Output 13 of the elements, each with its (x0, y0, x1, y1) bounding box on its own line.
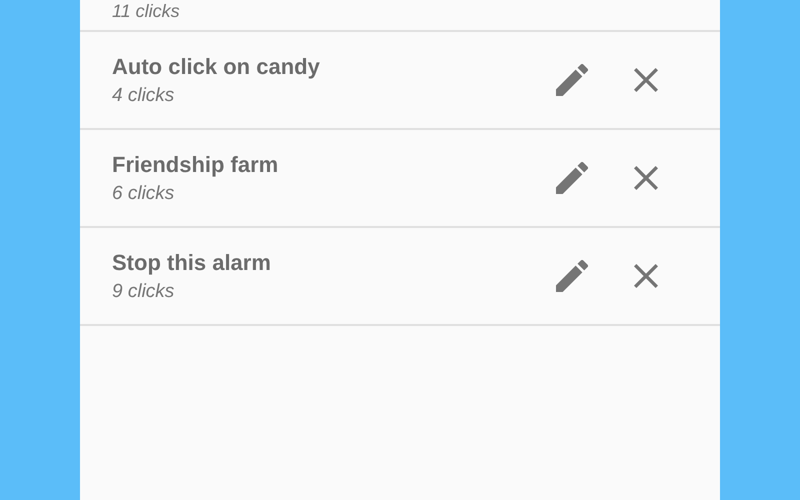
item-title: Stop this alarm (112, 252, 272, 274)
item-title: Friendship farm (112, 154, 280, 176)
click-count: 11 clicks (112, 2, 180, 20)
click-count: 4 clicks (112, 86, 176, 104)
item-title: Auto click on candy (112, 56, 321, 78)
close-icon[interactable] (634, 166, 658, 190)
edit-icon[interactable] (556, 162, 588, 194)
close-icon[interactable] (634, 264, 658, 288)
edit-icon[interactable] (556, 64, 588, 96)
close-icon[interactable] (634, 68, 658, 92)
click-count: 9 clicks (112, 282, 176, 300)
edit-icon[interactable] (556, 260, 588, 292)
click-count: 6 clicks (112, 184, 176, 202)
